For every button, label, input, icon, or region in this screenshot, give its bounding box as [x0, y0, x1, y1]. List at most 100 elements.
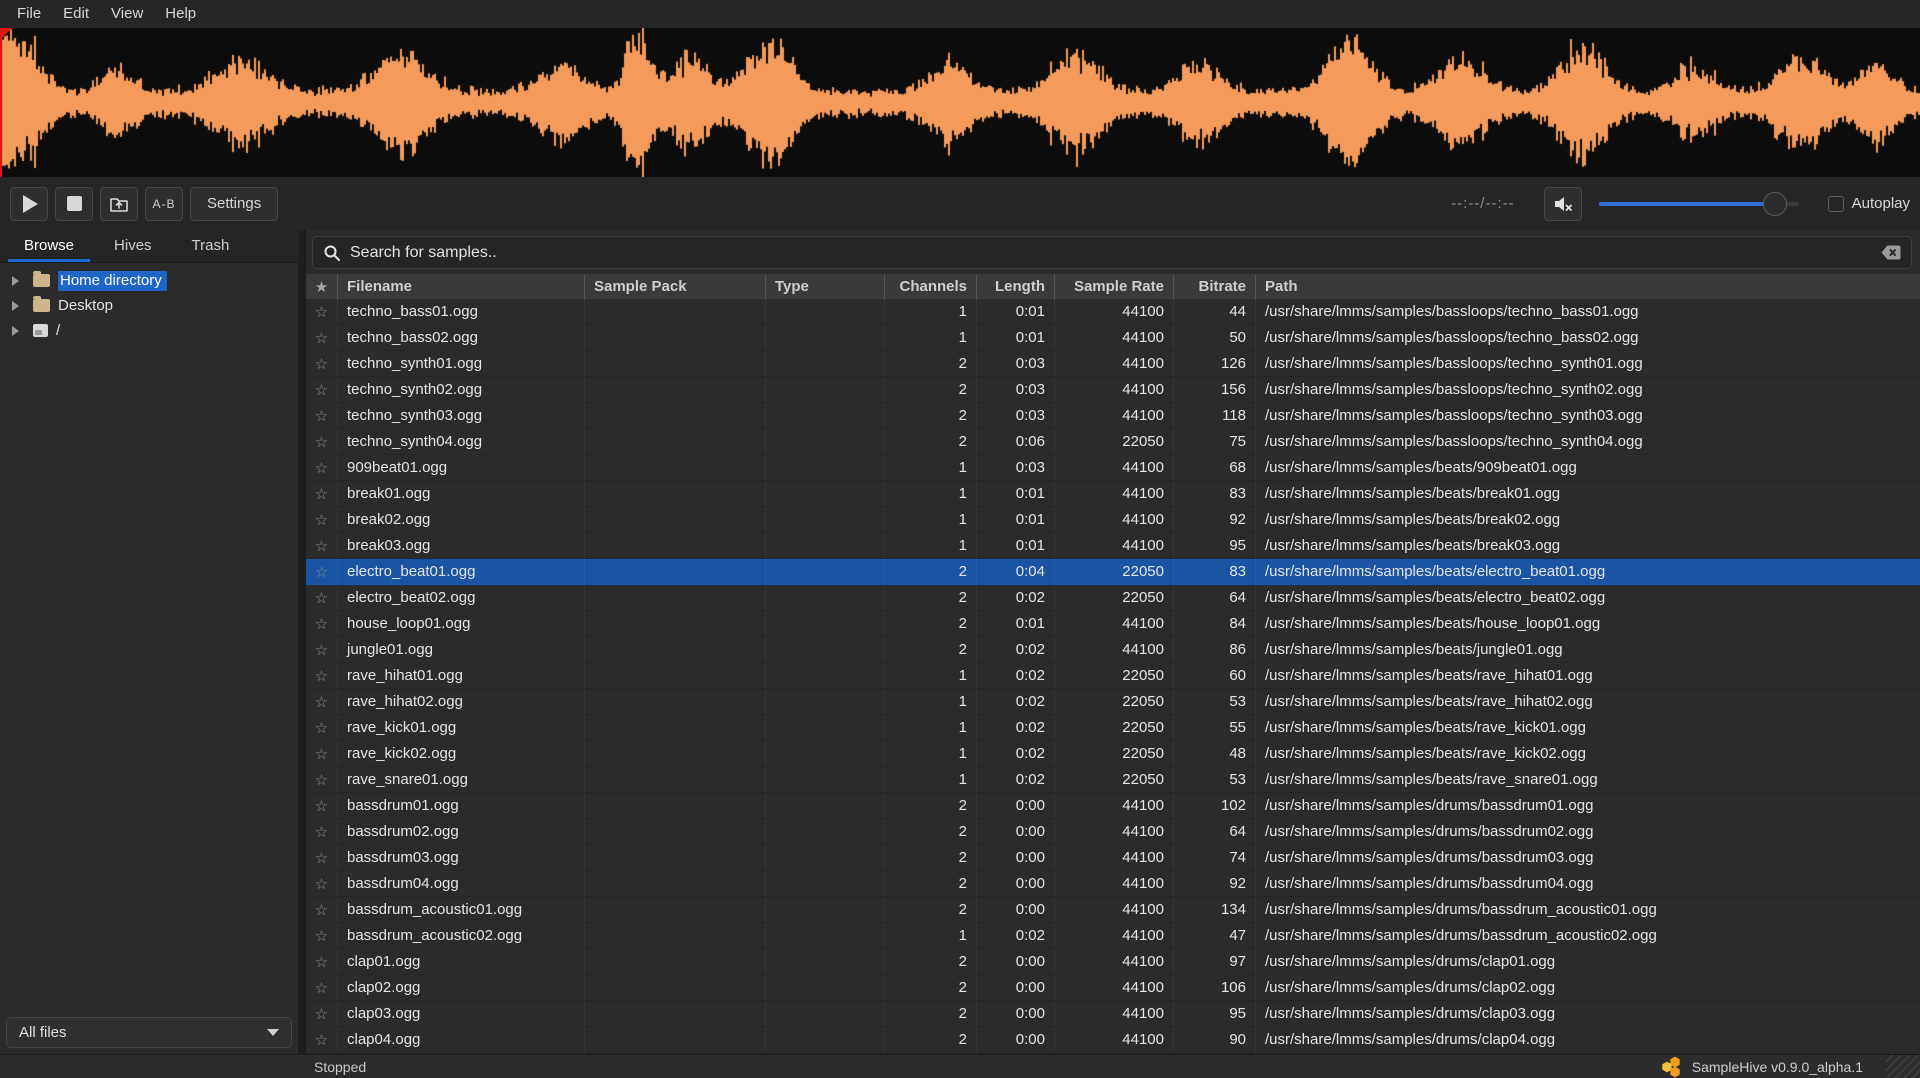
table-row[interactable]: ☆ bassdrum_acoustic01.ogg 2 0:00 44100 1… — [306, 897, 1920, 923]
table-row[interactable]: ☆ rave_kick01.ogg 1 0:02 22050 55 /usr/s… — [306, 715, 1920, 741]
expand-arrow-icon[interactable] — [12, 276, 19, 286]
favorite-star-icon[interactable]: ☆ — [306, 819, 338, 844]
table-row[interactable]: ☆ clap01.ogg 2 0:00 44100 97 /usr/share/… — [306, 949, 1920, 975]
column-header-path[interactable]: Path — [1256, 274, 1920, 299]
favorite-star-icon[interactable]: ☆ — [306, 455, 338, 480]
autoplay-checkbox[interactable] — [1828, 196, 1844, 212]
table-row[interactable]: ☆ rave_kick02.ogg 1 0:02 22050 48 /usr/s… — [306, 741, 1920, 767]
table-row[interactable]: ☆ house_loop01.ogg 2 0:01 44100 84 /usr/… — [306, 611, 1920, 637]
table-row[interactable]: ☆ break01.ogg 1 0:01 44100 83 /usr/share… — [306, 481, 1920, 507]
play-button[interactable] — [10, 187, 48, 221]
favorite-star-icon[interactable]: ☆ — [306, 533, 338, 558]
favorite-star-icon[interactable]: ☆ — [306, 715, 338, 740]
column-header-filename[interactable]: Filename — [338, 274, 585, 299]
favorite-star-icon[interactable]: ☆ — [306, 325, 338, 350]
table-row[interactable]: ☆ techno_synth02.ogg 2 0:03 44100 156 /u… — [306, 377, 1920, 403]
sidebar-tab[interactable]: Trash — [172, 230, 250, 262]
favorite-star-icon[interactable]: ☆ — [306, 585, 338, 610]
expand-arrow-icon[interactable] — [12, 301, 19, 311]
favorite-star-icon[interactable]: ☆ — [306, 949, 338, 974]
favorite-star-icon[interactable]: ☆ — [306, 1001, 338, 1026]
table-row[interactable]: ☆ techno_synth01.ogg 2 0:03 44100 126 /u… — [306, 351, 1920, 377]
tree-item[interactable]: Home directory — [0, 268, 298, 293]
table-row[interactable]: ☆ clap03.ogg 2 0:00 44100 95 /usr/share/… — [306, 1001, 1920, 1027]
cell-path: /usr/share/lmms/samples/drums/bassdrum03… — [1256, 845, 1920, 870]
favorite-star-icon[interactable]: ☆ — [306, 481, 338, 506]
favorite-star-icon[interactable]: ☆ — [306, 689, 338, 714]
table-row[interactable]: ☆ techno_bass02.ogg 1 0:01 44100 50 /usr… — [306, 325, 1920, 351]
settings-button[interactable]: Settings — [190, 187, 278, 221]
search-input[interactable] — [350, 244, 1872, 262]
table-row[interactable]: ☆ rave_hihat02.ogg 1 0:02 22050 53 /usr/… — [306, 689, 1920, 715]
favorite-star-icon[interactable]: ☆ — [306, 611, 338, 636]
table-row[interactable]: ☆ jungle01.ogg 2 0:02 44100 86 /usr/shar… — [306, 637, 1920, 663]
sidebar-tab[interactable]: Browse — [4, 230, 94, 262]
favorite-star-icon[interactable]: ☆ — [306, 741, 338, 766]
table-row[interactable]: ☆ clap04.ogg 2 0:00 44100 90 /usr/share/… — [306, 1027, 1920, 1053]
column-header-channels[interactable]: Channels — [885, 274, 977, 299]
column-header-type[interactable]: Type — [766, 274, 885, 299]
table-row[interactable]: ☆ bassdrum03.ogg 2 0:00 44100 74 /usr/sh… — [306, 845, 1920, 871]
table-row[interactable]: ☆ rave_snare01.ogg 1 0:02 22050 53 /usr/… — [306, 767, 1920, 793]
table-row[interactable]: ☆ techno_bass01.ogg 1 0:01 44100 44 /usr… — [306, 299, 1920, 325]
favorite-star-icon[interactable]: ☆ — [306, 507, 338, 532]
menu-item[interactable]: Help — [154, 0, 207, 28]
resize-grip[interactable] — [1886, 1055, 1920, 1078]
column-header-sample-pack[interactable]: Sample Pack — [585, 274, 766, 299]
table-row[interactable]: ☆ electro_beat01.ogg 2 0:04 22050 83 /us… — [306, 559, 1920, 585]
volume-slider[interactable] — [1599, 192, 1799, 216]
favorite-star-icon[interactable]: ☆ — [306, 897, 338, 922]
favorite-star-icon[interactable]: ☆ — [306, 793, 338, 818]
table-row[interactable]: ☆ bassdrum_acoustic02.ogg 1 0:02 44100 4… — [306, 923, 1920, 949]
favorite-star-icon[interactable]: ☆ — [306, 975, 338, 1000]
table-row[interactable]: ☆ break02.ogg 1 0:01 44100 92 /usr/share… — [306, 507, 1920, 533]
cell-length: 0:00 — [977, 949, 1055, 974]
expand-arrow-icon[interactable] — [12, 326, 19, 336]
menu-item[interactable]: View — [100, 0, 154, 28]
favorite-star-icon[interactable]: ☆ — [306, 299, 338, 324]
table-row[interactable]: ☆ break03.ogg 1 0:01 44100 95 /usr/share… — [306, 533, 1920, 559]
favorite-star-icon[interactable]: ☆ — [306, 871, 338, 896]
loop-ab-button[interactable]: A-B — [145, 187, 183, 221]
column-header-bitrate[interactable]: Bitrate — [1174, 274, 1256, 299]
column-header-sample-rate[interactable]: Sample Rate — [1055, 274, 1174, 299]
favorite-star-icon[interactable]: ☆ — [306, 767, 338, 792]
mute-button[interactable] — [1544, 187, 1582, 221]
file-filter-dropdown[interactable]: All files — [6, 1017, 292, 1048]
stop-button[interactable] — [55, 187, 93, 221]
favorite-star-icon[interactable]: ☆ — [306, 351, 338, 376]
favorite-star-icon[interactable]: ☆ — [306, 663, 338, 688]
tree-item[interactable]: Desktop — [0, 293, 298, 318]
table-row[interactable]: ☆ bassdrum02.ogg 2 0:00 44100 64 /usr/sh… — [306, 819, 1920, 845]
volume-knob[interactable] — [1763, 192, 1787, 216]
favorite-star-icon[interactable]: ☆ — [306, 377, 338, 402]
waveform-panel[interactable] — [0, 28, 1920, 177]
favorite-star-icon[interactable]: ☆ — [306, 403, 338, 428]
table-row[interactable]: ☆ techno_synth03.ogg 2 0:03 44100 118 /u… — [306, 403, 1920, 429]
tree-item[interactable]: / — [0, 318, 298, 343]
cell-sample-pack — [585, 819, 766, 844]
table-row[interactable]: ☆ bassdrum04.ogg 2 0:00 44100 92 /usr/sh… — [306, 871, 1920, 897]
table-row[interactable]: ☆ clap02.ogg 2 0:00 44100 106 /usr/share… — [306, 975, 1920, 1001]
favorite-star-icon[interactable]: ☆ — [306, 1027, 338, 1052]
cell-path: /usr/share/lmms/samples/beats/jungle01.o… — [1256, 637, 1920, 662]
menu-item[interactable]: Edit — [52, 0, 100, 28]
sidebar-tab[interactable]: Hives — [94, 230, 172, 262]
column-header-length[interactable]: Length — [977, 274, 1055, 299]
cell-sample-rate: 44100 — [1055, 403, 1174, 428]
favorite-star-icon[interactable]: ☆ — [306, 637, 338, 662]
menu-item[interactable]: File — [6, 0, 52, 28]
table-row[interactable]: ☆ 909beat01.ogg 1 0:03 44100 68 /usr/sha… — [306, 455, 1920, 481]
clear-search-icon[interactable] — [1881, 245, 1901, 260]
column-header-favorite[interactable]: ★ — [306, 274, 338, 299]
favorite-star-icon[interactable]: ☆ — [306, 559, 338, 584]
table-row[interactable]: ☆ electro_beat02.ogg 2 0:02 22050 64 /us… — [306, 585, 1920, 611]
favorite-star-icon[interactable]: ☆ — [306, 429, 338, 454]
favorite-star-icon[interactable]: ☆ — [306, 923, 338, 948]
playhead-marker[interactable] — [0, 28, 2, 177]
favorite-star-icon[interactable]: ☆ — [306, 845, 338, 870]
table-row[interactable]: ☆ techno_synth04.ogg 2 0:06 22050 75 /us… — [306, 429, 1920, 455]
table-row[interactable]: ☆ rave_hihat01.ogg 1 0:02 22050 60 /usr/… — [306, 663, 1920, 689]
table-row[interactable]: ☆ bassdrum01.ogg 2 0:00 44100 102 /usr/s… — [306, 793, 1920, 819]
open-file-button[interactable] — [100, 187, 138, 221]
